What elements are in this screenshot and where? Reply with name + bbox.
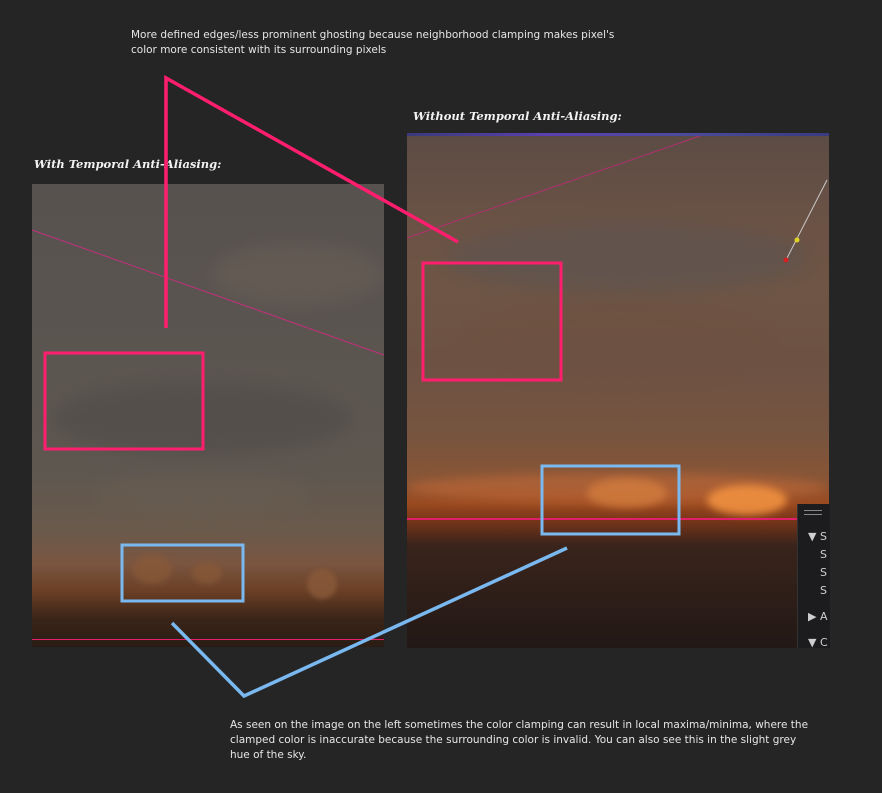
- blue-highlight-left: [120, 543, 245, 603]
- pink-callout-line: [164, 75, 459, 328]
- blue-highlight-right: [540, 464, 681, 536]
- bottom-annotation: As seen on the image on the left sometim…: [230, 719, 809, 761]
- gizmo-line: [785, 179, 828, 261]
- debug-line-right: [406, 135, 701, 239]
- pink-highlight-left: [43, 351, 205, 451]
- pink-highlight-right: [421, 261, 563, 382]
- annotation-overlay: [31, 75, 828, 699]
- blue-callout-line: [170, 546, 568, 699]
- gizmo-point-yellow: [794, 237, 800, 243]
- debug-line-left: [31, 229, 385, 356]
- gizmo-point-red: [783, 257, 789, 263]
